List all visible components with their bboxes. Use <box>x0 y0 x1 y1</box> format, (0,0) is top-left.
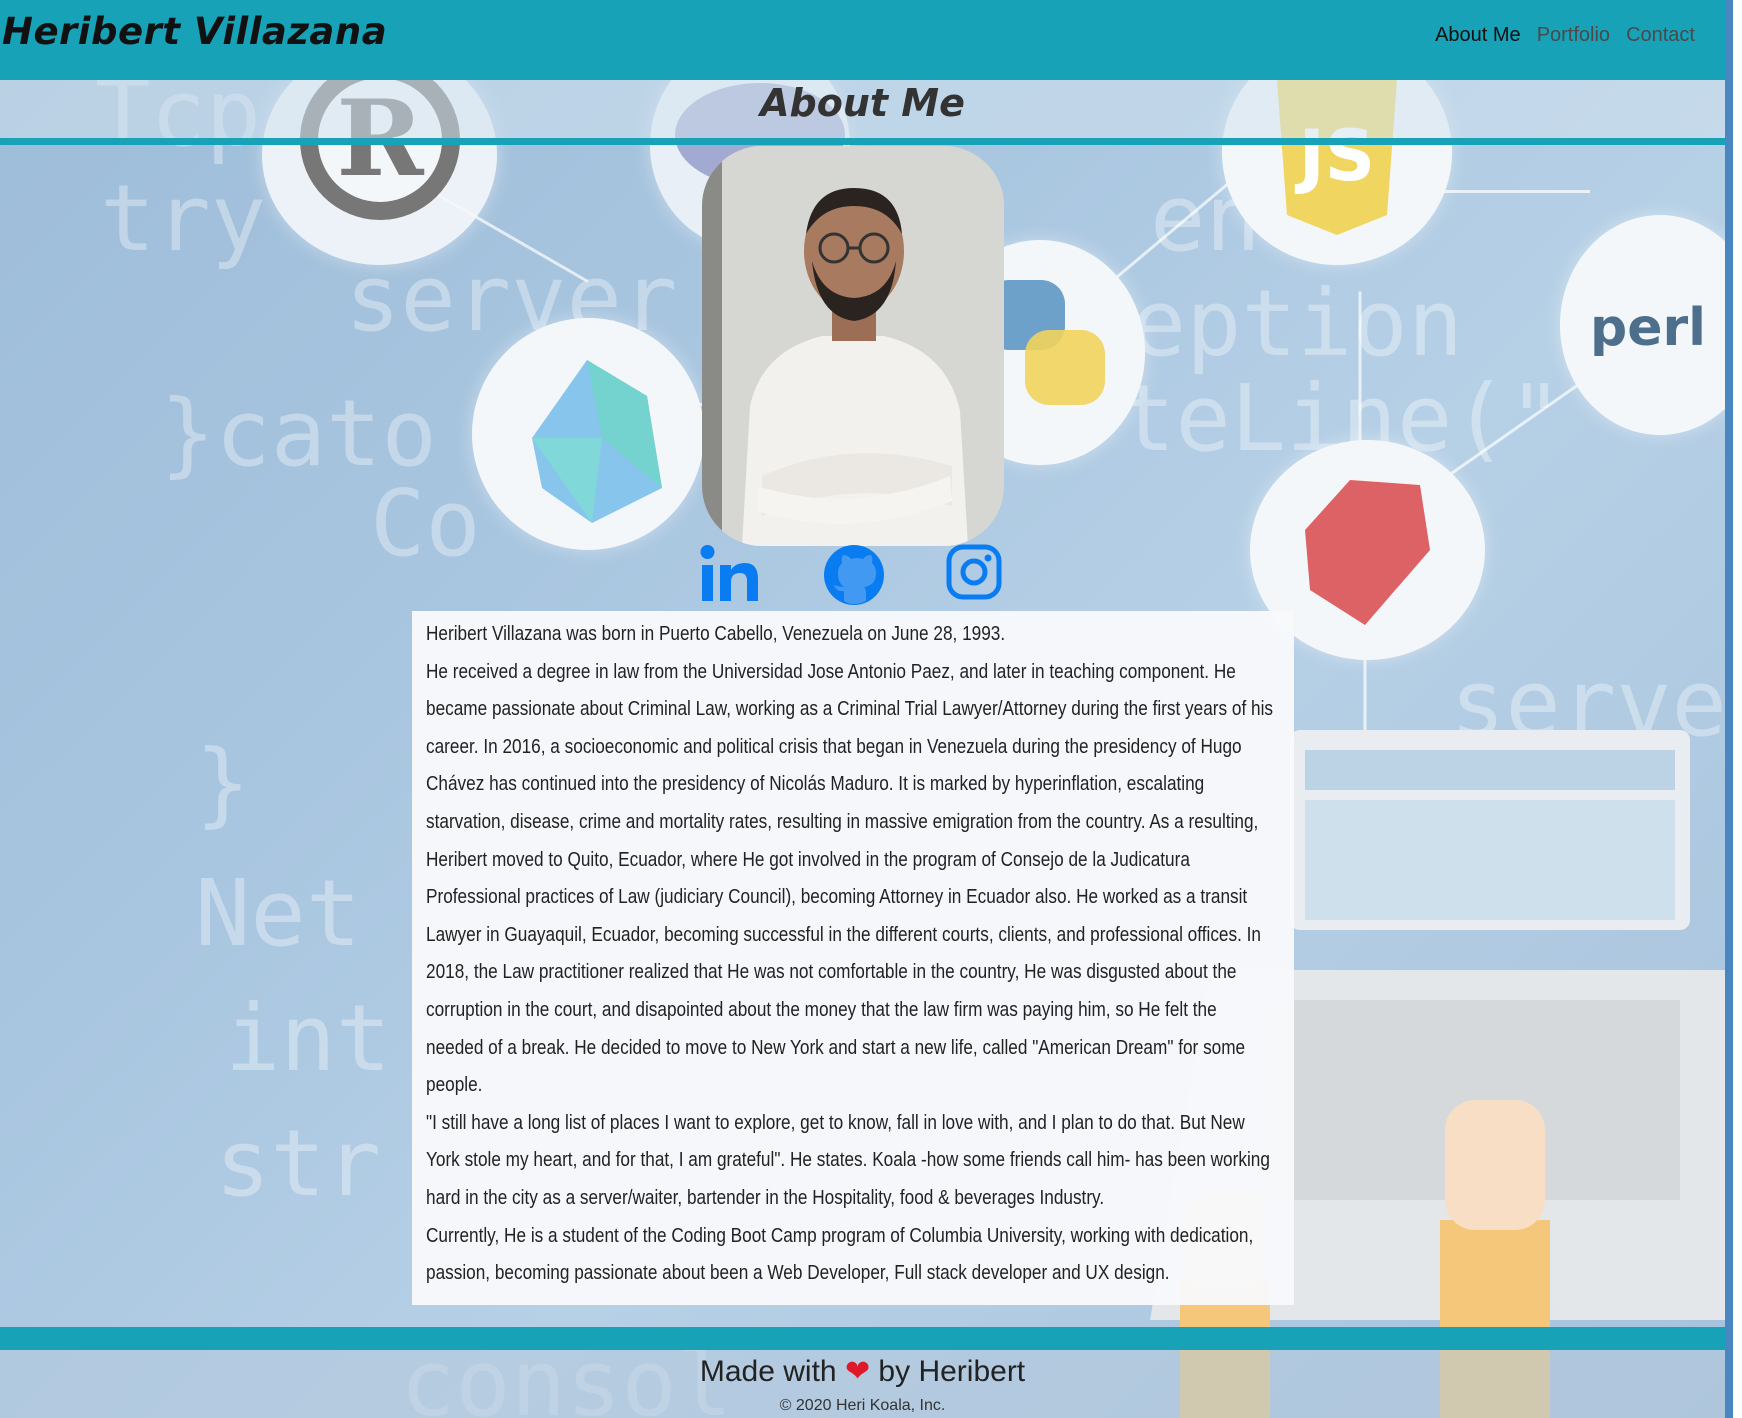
heart-icon: ❤ <box>844 1355 871 1388</box>
bio-paragraph: "I still have a long list of places I wa… <box>426 1111 1270 1209</box>
bg-code-text: str <box>215 1110 382 1217</box>
bio-paragraph: He received a degree in law from the Uni… <box>426 660 1274 1097</box>
footer-made-prefix: Made with <box>699 1355 837 1388</box>
nav-about-me[interactable]: About Me <box>1435 24 1521 47</box>
bg-code-text: int <box>225 985 392 1092</box>
instagram-link[interactable] <box>945 543 1003 606</box>
page-title: About Me <box>760 81 965 125</box>
linkedin-link[interactable] <box>698 543 760 610</box>
bio-paragraph: Currently, He is a student of the Coding… <box>426 1224 1254 1285</box>
footer-credit: Made with ❤ by Heribert <box>0 1350 1725 1394</box>
title-divider <box>0 138 1725 145</box>
perl-logo-node: perl <box>1560 215 1725 435</box>
profile-photo <box>702 146 1004 546</box>
dart-icon <box>532 360 662 523</box>
instagram-icon <box>946 544 1002 600</box>
perl-icon: perl <box>1590 298 1706 358</box>
copyright: © 2020 Heri Koala, Inc. <box>779 1397 946 1414</box>
svg-text:perl: perl <box>1590 298 1706 358</box>
social-links <box>690 543 1020 609</box>
bio-text-box: Heribert Villazana was born in Puerto Ca… <box>412 611 1294 1305</box>
bio-paragraph: Heribert Villazana was born in Puerto Ca… <box>426 623 1006 645</box>
footer-divider <box>0 1327 1725 1350</box>
github-link[interactable] <box>822 543 886 612</box>
nav-portfolio[interactable]: Portfolio <box>1537 24 1610 47</box>
footer-made-suffix: by Heribert <box>878 1355 1026 1388</box>
person-avatar <box>702 146 1004 546</box>
dart-logo-node <box>472 318 704 550</box>
bg-code-text: } <box>195 730 251 837</box>
github-icon <box>824 545 884 605</box>
bg-code-text: Co <box>370 470 481 577</box>
scrollbar-edge <box>1725 0 1733 1418</box>
nav-contact[interactable]: Contact <box>1626 24 1695 47</box>
bg-code-text: Net <box>195 860 362 967</box>
brand-link[interactable]: Heribert Villazana <box>2 10 387 53</box>
linkedin-icon <box>700 545 758 601</box>
bg-code-text: try <box>100 165 267 272</box>
navbar: Heribert Villazana About Me Portfolio Co… <box>0 0 1725 80</box>
nav-links: About Me Portfolio Contact <box>1435 24 1695 47</box>
scrollbar-track[interactable] <box>1725 0 1742 1418</box>
